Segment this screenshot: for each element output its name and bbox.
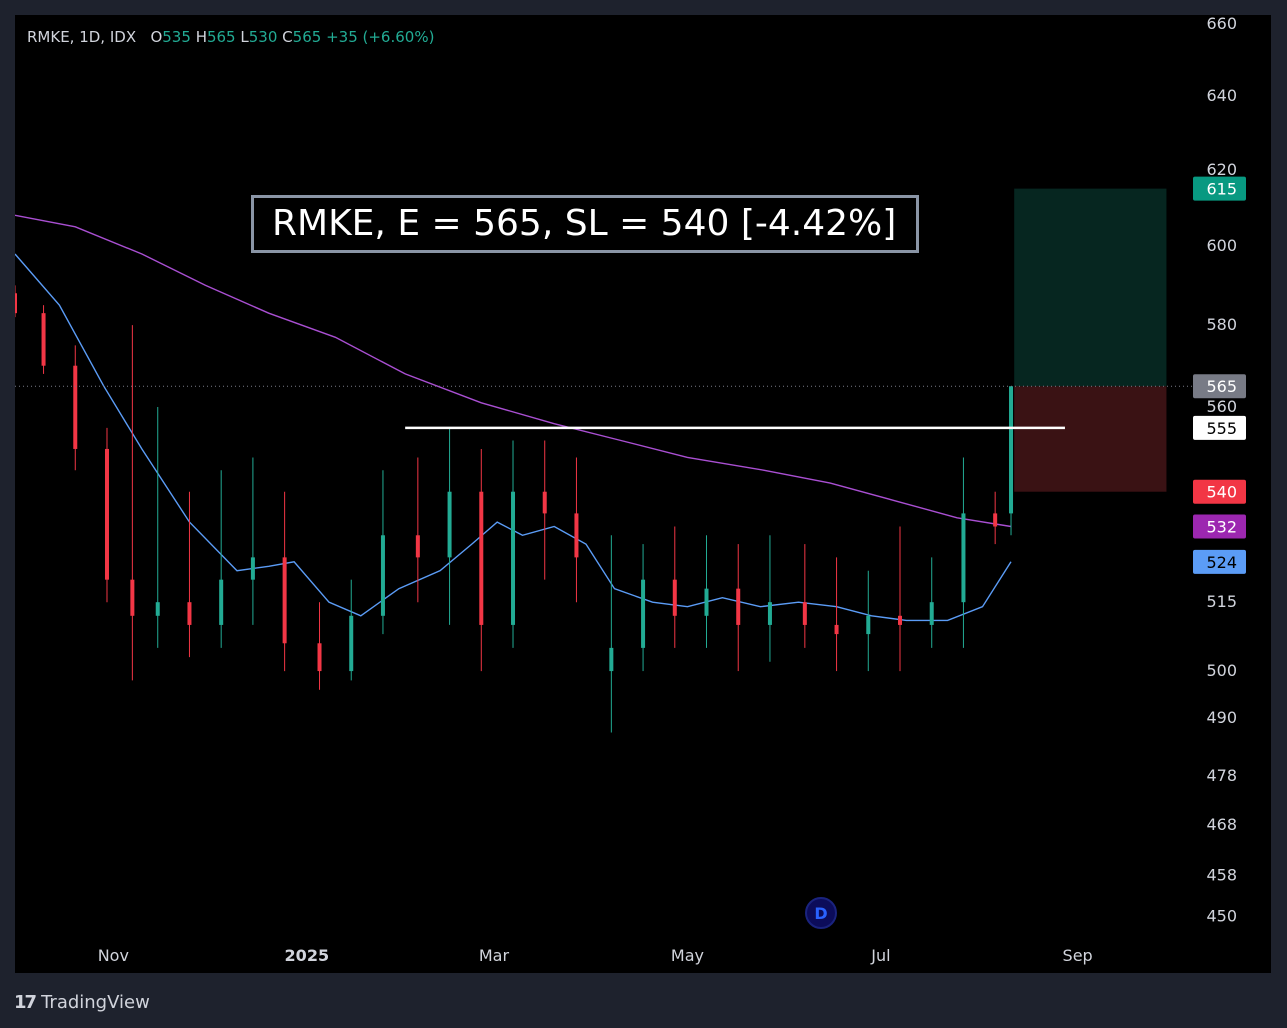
tradingview-logo-icon: 17	[14, 991, 37, 1013]
candle-body	[1009, 386, 1014, 514]
candle-body	[993, 513, 998, 527]
price-tick-label: 468	[1206, 815, 1237, 834]
price-tick-label: 640	[1206, 86, 1237, 105]
candle-body	[15, 293, 17, 314]
candle-body	[317, 643, 322, 672]
price-tick-label: 560	[1206, 397, 1237, 416]
price-tick-label: 500	[1206, 661, 1237, 680]
candle-body	[282, 557, 287, 644]
candle-body	[479, 491, 484, 625]
low-value: 530	[248, 28, 278, 46]
candle-body	[155, 602, 160, 616]
position-tool[interactable]	[1014, 188, 1167, 492]
candle-body	[447, 491, 452, 558]
candle-body	[767, 602, 772, 625]
annotation-text-box[interactable]: RMKE, E = 565, SL = 540 [-4.42%]	[251, 195, 919, 253]
time-tick-label: May	[671, 946, 704, 965]
dividend-marker-label: D	[814, 904, 827, 923]
price-label-text: 615	[1206, 180, 1237, 199]
chart-svg[interactable]: 450 458 468 478 490 500 515 540 560 580 600 620 640 6…	[15, 15, 1271, 973]
candle-body	[130, 579, 135, 616]
candle-body	[609, 647, 614, 672]
price-label-text: 524	[1206, 553, 1237, 572]
high-label: H	[195, 28, 207, 46]
candle-body	[866, 615, 871, 635]
stop-zone	[1014, 386, 1167, 492]
price-tick-label: 478	[1206, 766, 1237, 785]
high-value: 565	[206, 28, 236, 46]
candle-body	[672, 579, 677, 616]
chart-frame[interactable]: 450 458 468 478 490 500 515 540 560 580 600 620 640 6…	[15, 15, 1271, 973]
candle-body	[380, 535, 385, 616]
price-tick-label: 660	[1206, 15, 1237, 33]
candle-body	[929, 602, 934, 625]
candle-body	[802, 602, 807, 625]
open-label: O	[150, 28, 163, 46]
candle-body	[834, 624, 839, 635]
price-tick-label: 458	[1206, 866, 1237, 885]
tradingview-brand[interactable]: 17 TradingView	[14, 990, 150, 1014]
time-tick-label: Nov	[98, 946, 129, 965]
candle-body	[41, 313, 46, 366]
candle-body	[542, 491, 547, 514]
time-tick-label: Sep	[1063, 946, 1093, 965]
low-label: L	[240, 28, 249, 46]
close-value: 565	[292, 28, 322, 46]
symbol-info: RMKE, 1D, IDX	[27, 28, 137, 46]
price-tick-label: 490	[1206, 708, 1237, 727]
candle-body	[704, 588, 709, 616]
change-value: +35 (+6.60%)	[326, 28, 435, 46]
candle-body	[219, 579, 224, 625]
candle-body	[73, 365, 78, 449]
price-label-text: 565	[1206, 377, 1237, 396]
brand-name: TradingView	[41, 991, 150, 1013]
price-label-text: 532	[1206, 518, 1237, 537]
event-marker[interactable]: D	[805, 897, 837, 929]
candle-body	[511, 491, 516, 625]
symbol-legend: RMKE, 1D, IDX O535 H565 L530 C565 +35 (+…	[27, 28, 434, 46]
time-axis[interactable]: Nov 2025 Mar May Jul Sep	[98, 946, 1093, 965]
price-tick-label: 580	[1206, 315, 1237, 334]
candle-body	[250, 557, 255, 580]
annotation-text: RMKE, E = 565, SL = 540 [-4.42%]	[272, 203, 897, 244]
close-label: C	[282, 28, 293, 46]
candle-body	[415, 535, 420, 558]
price-label-text: 555	[1206, 419, 1237, 438]
price-axis[interactable]: 450 458 468 478 490 500 515 540 560 580 600 620 640 6…	[1193, 15, 1246, 926]
price-tick-label: 450	[1206, 907, 1237, 926]
candle-body	[898, 615, 902, 625]
candle-body	[961, 513, 966, 603]
target-zone	[1014, 188, 1167, 387]
price-tick-label: 515	[1206, 592, 1237, 611]
open-value: 535	[162, 28, 191, 46]
time-tick-label: 2025	[285, 946, 330, 965]
candle-body	[187, 602, 192, 625]
candle-body	[104, 448, 109, 580]
price-label-text: 540	[1206, 483, 1237, 502]
candle-body	[641, 579, 646, 648]
price-tick-label: 620	[1206, 160, 1237, 179]
candle-body	[349, 615, 354, 672]
candle-body	[736, 588, 741, 625]
candles	[15, 285, 1014, 733]
time-tick-label: Jul	[870, 946, 890, 965]
time-tick-label: Mar	[479, 946, 510, 965]
candle-body	[574, 513, 579, 558]
price-tick-label: 600	[1206, 236, 1237, 255]
